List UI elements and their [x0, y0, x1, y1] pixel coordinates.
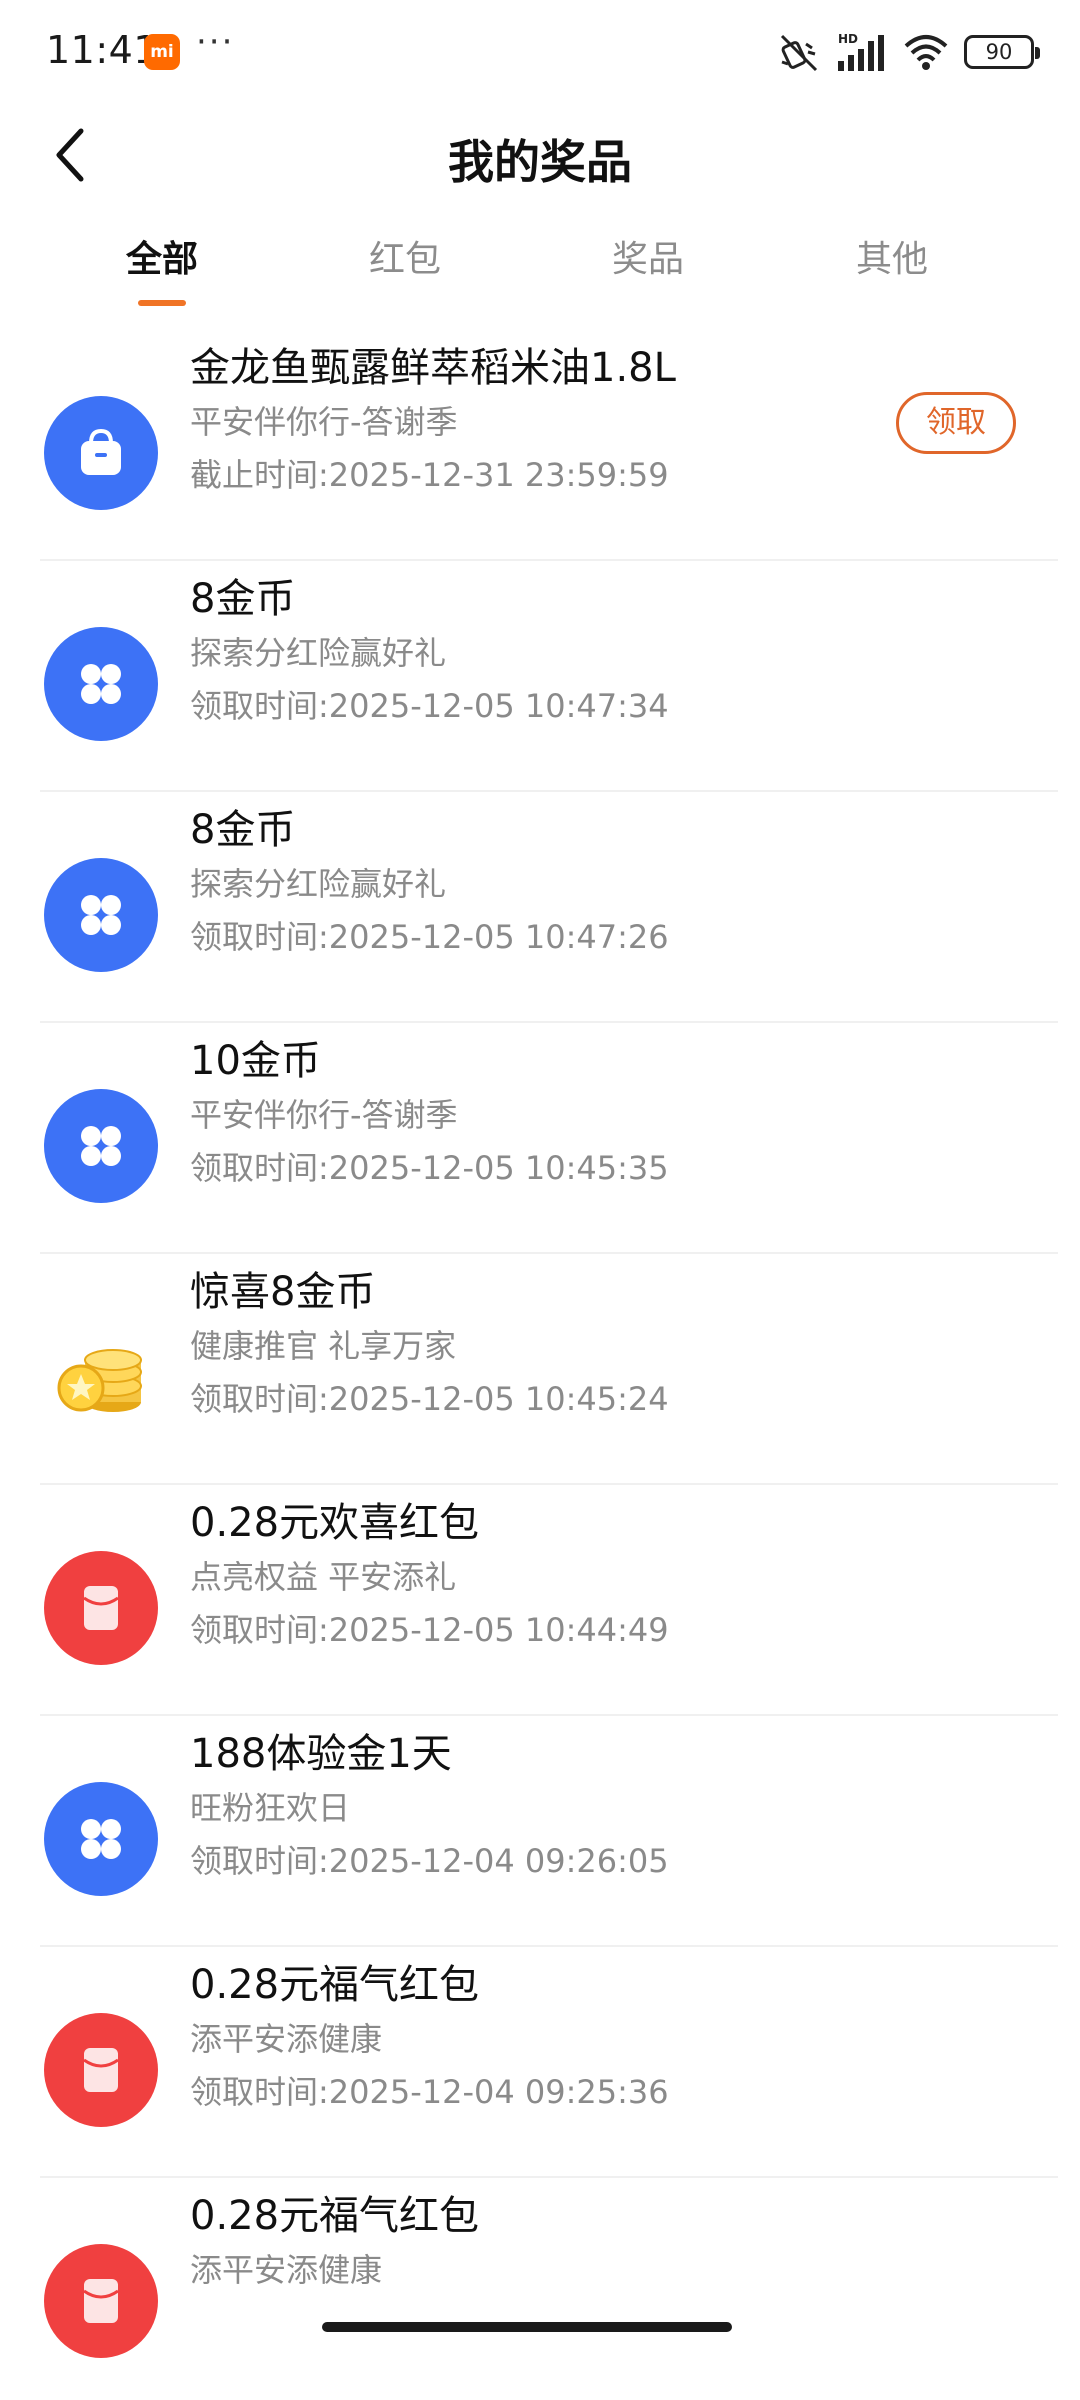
list-item[interactable]: 188体验金1天 旺粉狂欢日 领取时间:2025-12-04 09:26:05 [40, 1716, 1058, 1947]
home-indicator[interactable] [322, 2322, 732, 2332]
item-subtitle: 旺粉狂欢日 [190, 1789, 351, 1827]
header: 我的奖品 [0, 110, 1080, 200]
item-subtitle: 添平安添健康 [190, 2251, 383, 2289]
item-title: 188体验金1天 [190, 1731, 452, 1777]
item-subtitle: 探索分红险赢好礼 [190, 634, 447, 672]
mute-vibrate-icon [780, 34, 818, 72]
tab-all[interactable]: 全部 [62, 230, 262, 306]
tab-other-label: 其他 [855, 239, 928, 280]
list-item[interactable]: 0.28元福气红包 添平安添健康 [40, 2178, 1058, 2400]
item-text: 0.28元福气红包 添平安添健康 领取时间:2025-12-04 09:25:3… [190, 1957, 918, 2119]
shopping-bag-icon [44, 396, 158, 510]
page-title: 我的奖品 [448, 135, 632, 189]
coins-grid-icon [44, 858, 158, 972]
tab-prize[interactable]: 奖品 [548, 230, 748, 306]
item-title: 0.28元福气红包 [190, 2193, 480, 2239]
item-title: 0.28元福气红包 [190, 1962, 480, 2008]
mi-app-icon: mi [144, 34, 180, 70]
list-item[interactable]: 8金币 探索分红险赢好礼 领取时间:2025-12-05 10:47:34 [40, 561, 1058, 792]
prize-list: 金龙鱼甄露鲜萃稻米油1.8L 平安伴你行-答谢季 截止时间:2025-12-31… [40, 330, 1058, 2400]
coins-grid-icon [44, 627, 158, 741]
item-subtitle: 点亮权益 平安添礼 [190, 1558, 457, 1596]
status-time: 11:41 [46, 28, 159, 72]
tab-red-packet[interactable]: 红包 [305, 230, 505, 306]
list-item[interactable]: 0.28元欢喜红包 点亮权益 平安添礼 领取时间:2025-12-05 10:4… [40, 1485, 1058, 1716]
wifi-icon [904, 35, 948, 70]
battery-icon: 90 [964, 35, 1040, 69]
item-text: 0.28元福气红包 添平安添健康 [190, 2188, 918, 2296]
coins-grid-icon [44, 1089, 158, 1203]
item-time: 截止时间:2025-12-31 23:59:59 [190, 456, 669, 494]
coins-grid-icon [44, 1782, 158, 1896]
claim-button[interactable]: 领取 [896, 392, 1016, 454]
list-item[interactable]: 8金币 探索分红险赢好礼 领取时间:2025-12-05 10:47:26 [40, 792, 1058, 1023]
list-item[interactable]: 0.28元福气红包 添平安添健康 领取时间:2025-12-04 09:25:3… [40, 1947, 1058, 2178]
item-title: 金龙鱼甄露鲜萃稻米油1.8L [190, 345, 676, 391]
signal-icon: HD [838, 32, 884, 71]
item-text: 188体验金1天 旺粉狂欢日 领取时间:2025-12-04 09:26:05 [190, 1726, 918, 1888]
item-title: 10金币 [190, 1038, 321, 1084]
svg-text:HD: HD [838, 32, 858, 46]
item-subtitle: 平安伴你行-答谢季 [190, 1096, 458, 1134]
more-notifications-icon: ··· [196, 22, 235, 62]
red-envelope-icon [44, 2244, 158, 2358]
item-title: 0.28元欢喜红包 [190, 1500, 480, 1546]
red-envelope-icon [44, 1551, 158, 1665]
item-text: 8金币 探索分红险赢好礼 领取时间:2025-12-05 10:47:34 [190, 571, 918, 733]
tab-active-indicator [138, 300, 186, 306]
prize-list-page: 11:41 mi ··· HD 90 我的奖品 全部 红包 奖品 其他 金龙鱼甄… [0, 0, 1080, 2400]
item-time: 领取时间:2025-12-05 10:45:24 [190, 1380, 669, 1418]
item-subtitle: 添平安添健康 [190, 2020, 383, 2058]
item-subtitle: 探索分红险赢好礼 [190, 865, 447, 903]
item-subtitle: 平安伴你行-答谢季 [190, 403, 458, 441]
item-title: 8金币 [190, 807, 296, 853]
tab-red-packet-label: 红包 [368, 239, 441, 280]
item-time: 领取时间:2025-12-05 10:47:26 [190, 918, 669, 956]
item-title: 惊喜8金币 [190, 1269, 376, 1315]
list-item[interactable]: 10金币 平安伴你行-答谢季 领取时间:2025-12-05 10:45:35 [40, 1023, 1058, 1254]
item-time: 领取时间:2025-12-04 09:25:36 [190, 2073, 669, 2111]
tab-bar: 全部 红包 奖品 其他 [0, 230, 1080, 310]
list-item[interactable]: 金龙鱼甄露鲜萃稻米油1.8L 平安伴你行-答谢季 截止时间:2025-12-31… [40, 330, 1058, 561]
item-text: 金龙鱼甄露鲜萃稻米油1.8L 平安伴你行-答谢季 截止时间:2025-12-31… [190, 340, 918, 502]
item-subtitle: 健康推官 礼享万家 [190, 1327, 457, 1365]
status-icons: HD 90 [778, 30, 1040, 74]
item-text: 8金币 探索分红险赢好礼 领取时间:2025-12-05 10:47:26 [190, 802, 918, 964]
tab-all-label: 全部 [125, 239, 198, 280]
list-item[interactable]: 惊喜8金币 健康推官 礼享万家 领取时间:2025-12-05 10:45:24 [40, 1254, 1058, 1485]
item-title: 8金币 [190, 576, 296, 622]
tab-other[interactable]: 其他 [792, 230, 992, 306]
item-time: 领取时间:2025-12-05 10:44:49 [190, 1611, 669, 1649]
red-envelope-icon [44, 2013, 158, 2127]
tab-prize-label: 奖品 [611, 239, 684, 280]
item-time: 领取时间:2025-12-05 10:47:34 [190, 687, 669, 725]
item-text: 10金币 平安伴你行-答谢季 领取时间:2025-12-05 10:45:35 [190, 1033, 918, 1195]
item-text: 惊喜8金币 健康推官 礼享万家 领取时间:2025-12-05 10:45:24 [190, 1264, 918, 1426]
status-bar: 11:41 mi ··· HD 90 [0, 0, 1080, 100]
item-text: 0.28元欢喜红包 点亮权益 平安添礼 领取时间:2025-12-05 10:4… [190, 1495, 918, 1657]
item-time: 领取时间:2025-12-05 10:45:35 [190, 1149, 669, 1187]
gold-coins-icon [44, 1320, 158, 1434]
item-time: 领取时间:2025-12-04 09:26:05 [190, 1842, 669, 1880]
